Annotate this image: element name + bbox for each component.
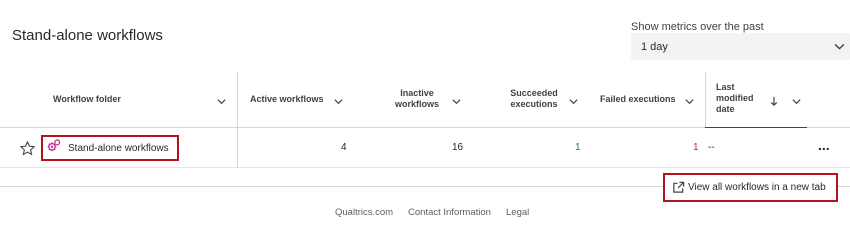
sort-chevron-icon[interactable] [451, 94, 462, 105]
metrics-period-select[interactable]: 1 day [631, 33, 850, 60]
sort-chevron-icon[interactable] [216, 94, 227, 105]
sort-chevron-icon[interactable] [333, 94, 344, 105]
column-divider [237, 128, 238, 168]
workflows-table: Workflow folder Active workflows Inactiv… [0, 72, 850, 128]
header-line: modified [716, 93, 754, 103]
page-title: Stand-alone workflows [12, 27, 163, 44]
last-modified-date: -- [708, 142, 715, 153]
metrics-period-value: 1 day [641, 40, 668, 53]
view-all-workflows-link[interactable]: View all workflows in a new tab [663, 173, 838, 202]
header-workflow-folder: Workflow folder [53, 94, 121, 104]
header-failed-executions: Failed executions [600, 94, 676, 104]
header-line: date [716, 104, 735, 114]
sort-chevron-icon[interactable] [684, 94, 695, 105]
chevron-down-icon [833, 40, 845, 51]
header-succeeded-executions: Succeeded executions [506, 88, 562, 110]
footer-link-legal[interactable]: Legal [506, 207, 529, 218]
active-workflows-count: 4 [341, 142, 347, 153]
workflow-gear-icon [46, 138, 62, 159]
column-divider [705, 72, 706, 128]
header-last-modified-date: Last modified date [716, 82, 754, 115]
header-line: Inactive [400, 88, 434, 98]
header-line: workflows [394, 99, 439, 109]
more-options-icon[interactable]: ... [818, 137, 830, 153]
workflow-folder-link[interactable]: Stand-alone workflows [41, 135, 179, 161]
header-active-workflows: Active workflows [250, 94, 324, 104]
footer-link-qualtrics[interactable]: Qualtrics.com [335, 207, 393, 218]
table-header-row: Workflow folder Active workflows Inactiv… [0, 72, 850, 128]
view-all-label: View all workflows in a new tab [688, 182, 826, 193]
external-link-icon [673, 181, 685, 193]
metrics-label: Show metrics over the past [631, 21, 764, 33]
footer-link-contact[interactable]: Contact Information [408, 207, 491, 218]
inactive-workflows-count: 16 [452, 142, 464, 153]
folder-name: Stand-alone workflows [68, 142, 169, 154]
sort-chevron-icon[interactable] [791, 94, 802, 105]
sort-descending-arrow-icon[interactable] [769, 94, 779, 112]
column-divider [237, 72, 238, 128]
failed-executions-count: 1 [693, 142, 699, 153]
header-inactive-workflows: Inactive workflows [392, 88, 442, 110]
header-line: Last [716, 82, 735, 92]
header-line: Succeeded [510, 88, 558, 98]
header-line: executions [510, 99, 558, 109]
favorite-star-icon[interactable] [19, 140, 36, 162]
succeeded-executions-count: 1 [575, 142, 581, 153]
sort-chevron-icon[interactable] [568, 94, 579, 105]
